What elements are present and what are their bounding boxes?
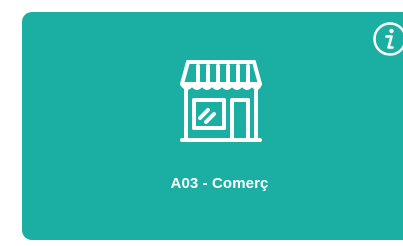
shop-storefront-icon [180, 60, 262, 142]
info-icon[interactable] [372, 21, 403, 57]
card-label: A03 - Comerç [170, 175, 269, 192]
